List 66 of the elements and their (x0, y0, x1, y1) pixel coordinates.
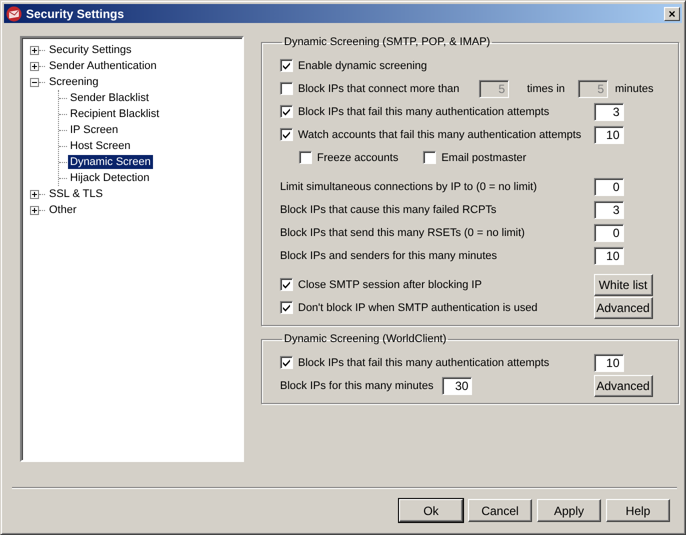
field-label: Block IPs that cause this many failed RCPTs (280, 204, 498, 216)
checkbox-label: Close SMTP session after blocking IP (298, 278, 482, 290)
number-field[interactable]: 10 (594, 246, 624, 264)
field-label: Block IPs for this many minutes (280, 380, 434, 392)
dialog-button[interactable]: Help (606, 499, 670, 522)
checkbox-label: Block IPs that connect more than (298, 82, 460, 94)
checkbox-label: Block IPs that fail this many authentication attempts (298, 356, 550, 368)
tree-item[interactable]: Dynamic Screen (68, 155, 153, 169)
tree-item[interactable]: SSL & TLS (47, 187, 105, 201)
checkbox[interactable] (280, 356, 293, 369)
number-field[interactable]: 30 (442, 376, 472, 394)
app-icon (6, 6, 22, 22)
number-field[interactable]: 3 (594, 102, 624, 120)
checkbox-label: Email postmaster (441, 152, 526, 164)
dialog-button[interactable]: Advanced (594, 374, 653, 396)
expander-icon[interactable] (30, 190, 39, 198)
checkbox-label: Watch accounts that fail this many authentication attempts (298, 128, 582, 140)
close-button[interactable]: × (664, 6, 680, 20)
dialog-button[interactable]: Apply (537, 499, 601, 522)
checkmark-icon (282, 280, 291, 289)
tree-item[interactable]: IP Screen (68, 123, 120, 137)
field-label: Limit simultaneous connections by IP to (0 = no limit) (280, 180, 538, 192)
number-field[interactable]: 0 (594, 224, 624, 242)
group-title: Dynamic Screening (WorldClient) (283, 333, 448, 345)
checkmark-icon (282, 358, 291, 367)
expander-icon[interactable] (30, 46, 39, 54)
number-field[interactable]: 10 (594, 354, 624, 372)
tree-item[interactable]: Host Screen (68, 139, 133, 153)
field-label: times in (527, 82, 566, 94)
checkbox[interactable] (280, 105, 293, 118)
field-label: Block IPs and senders for this many minutes (280, 250, 498, 262)
checkbox[interactable] (280, 128, 293, 141)
checkbox-label: Enable dynamic screening (298, 60, 428, 72)
checkbox-label: Freeze accounts (317, 152, 398, 164)
tree-item[interactable]: Hijack Detection (68, 171, 152, 185)
expander-icon[interactable] (30, 62, 39, 70)
checkbox[interactable] (280, 59, 293, 72)
checkbox[interactable] (299, 151, 312, 164)
expander-icon[interactable] (30, 78, 39, 86)
dialog-button[interactable]: White list (594, 274, 653, 296)
tree-item[interactable]: Recipient Blacklist (68, 107, 162, 121)
window-title: Security Settings (26, 6, 126, 20)
tree-item[interactable]: Sender Blacklist (68, 91, 151, 105)
dialog-button[interactable]: Cancel (468, 499, 532, 522)
group-title: Dynamic Screening (SMTP, POP, & IMAP) (283, 36, 492, 48)
dialog-button[interactable]: Advanced (594, 296, 653, 318)
number-field[interactable]: 10 (594, 126, 624, 144)
checkmark-icon (282, 303, 291, 312)
tree-item[interactable]: Security Settings (47, 43, 134, 57)
field-label: minutes (615, 82, 654, 94)
tree-item[interactable]: Other (47, 203, 79, 217)
tree-item[interactable]: Sender Authentication (47, 59, 159, 73)
checkmark-icon (282, 107, 291, 116)
number-field[interactable]: 0 (594, 178, 624, 196)
checkbox-label: Don't block IP when SMTP authentication is used (298, 302, 538, 314)
checkbox[interactable] (280, 278, 293, 291)
expander-icon[interactable] (30, 206, 39, 214)
number-field[interactable]: 3 (594, 200, 624, 218)
checkmark-icon (282, 130, 291, 139)
field-label: Block IPs that send this many RSETs (0 = no limit) (280, 226, 526, 238)
checkmark-icon (282, 61, 291, 70)
tree-item[interactable]: Screening (47, 75, 101, 89)
checkbox[interactable] (280, 301, 293, 314)
dialog-button[interactable]: Ok (399, 499, 463, 522)
checkbox-label: Block IPs that fail this many authentication attempts (298, 106, 550, 118)
checkbox[interactable] (423, 151, 436, 164)
